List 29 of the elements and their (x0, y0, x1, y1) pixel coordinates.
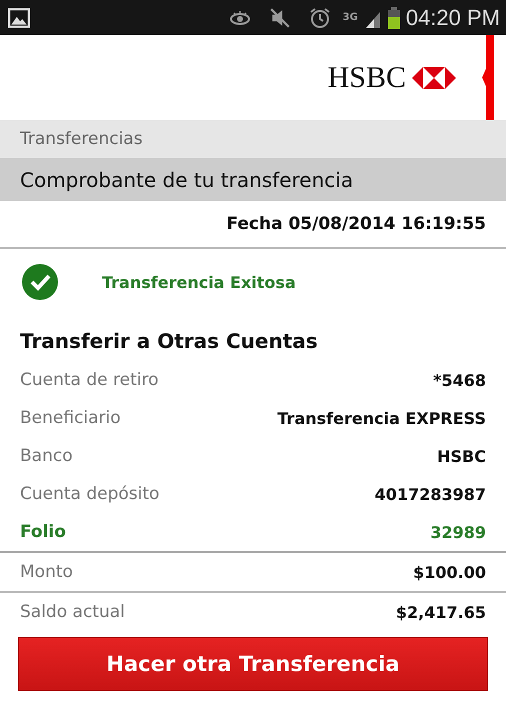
field-value: $100.00 (413, 562, 486, 582)
field-value: Transferencia EXPRESS (277, 408, 486, 428)
field-label: Saldo actual (20, 602, 125, 622)
field-label: Cuenta depósito (20, 484, 160, 504)
alarm-icon (308, 6, 331, 28)
field-label: Banco (20, 446, 73, 466)
field-value: HSBC (437, 446, 486, 466)
hexagon-logo-icon (412, 66, 456, 88)
breadcrumb: Transferencias (0, 120, 506, 158)
field-value: 4017283987 (374, 484, 486, 504)
gallery-icon (8, 8, 30, 28)
logo-text: HSBC (328, 60, 406, 94)
field-label: Monto (20, 562, 73, 582)
ribbon-icon (482, 35, 496, 120)
clock: 04:20 PM (406, 4, 500, 30)
field-value: 32989 (430, 522, 486, 542)
field-value: *5468 (433, 370, 486, 390)
section-title: Transferir a Otras Cuentas (19, 328, 319, 355)
field-label: Beneficiario (20, 408, 121, 428)
network-type: 3G (342, 12, 358, 22)
field-label: Cuenta de retiro (20, 370, 158, 390)
battery-icon (388, 6, 400, 28)
mute-icon (268, 6, 291, 28)
field-label: Folio (20, 522, 66, 542)
success-message: Transferencia Exitosa (102, 272, 296, 292)
date-label: Fecha 05/08/2014 16:19:55 (226, 214, 486, 234)
new-transfer-button[interactable]: Hacer otra Transferencia (18, 637, 488, 691)
page-title: Comprobante de tu transferencia (0, 158, 506, 201)
field-value: $2,417.65 (396, 602, 486, 622)
